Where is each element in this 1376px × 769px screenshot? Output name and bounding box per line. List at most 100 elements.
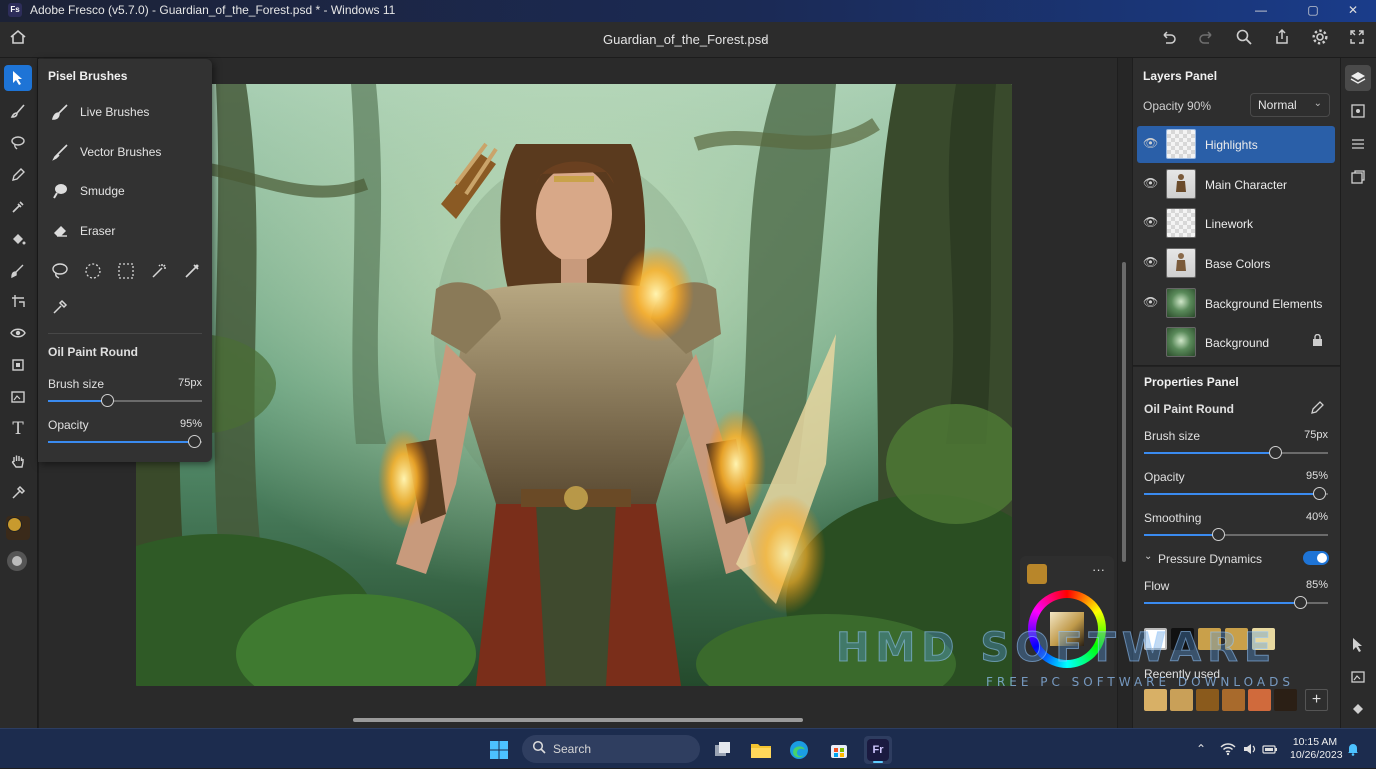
magic-wand-icon[interactable]: [148, 262, 170, 284]
edit-brush-icon[interactable]: [1309, 400, 1325, 416]
place-image-icon[interactable]: [4, 384, 32, 410]
layer-row-linework[interactable]: 👁 Linework: [1137, 205, 1335, 242]
eye-icon[interactable]: 👁: [1143, 295, 1158, 309]
paint-bucket-icon[interactable]: [1345, 696, 1371, 722]
rect-select-icon[interactable]: [115, 262, 137, 284]
pressure-dynamics-label[interactable]: Pressure Dynamics: [1158, 552, 1262, 566]
lasso-select-icon[interactable]: [49, 262, 71, 284]
eye-icon[interactable]: 👁: [1143, 176, 1158, 190]
fresco-icon[interactable]: Fr: [864, 736, 892, 764]
lock-icon[interactable]: [1312, 333, 1323, 349]
add-swatch-button[interactable]: +: [1305, 689, 1328, 711]
horizontal-scrollbar[interactable]: [353, 718, 803, 722]
lasso-icon[interactable]: [4, 130, 32, 156]
undo-icon[interactable]: [1156, 28, 1180, 52]
hand-icon[interactable]: [4, 448, 32, 474]
color-puck[interactable]: ···: [1020, 556, 1114, 686]
document-name[interactable]: Guardian_of_the_Forest.psd: [603, 32, 769, 47]
crop-icon[interactable]: [4, 352, 32, 378]
settings-icon[interactable]: [1308, 28, 1332, 52]
properties-icon[interactable]: [1345, 98, 1371, 124]
opacity-slider-knob[interactable]: [1313, 487, 1326, 500]
more-options-icon[interactable]: ···: [1092, 562, 1105, 577]
windows-start-icon[interactable]: [485, 736, 513, 764]
brush-size-slider-knob[interactable]: [101, 394, 114, 407]
search-icon[interactable]: [1232, 28, 1256, 52]
battery-icon[interactable]: [1262, 742, 1278, 759]
layer-opacity-label[interactable]: Opacity 90%: [1143, 99, 1211, 113]
store-icon[interactable]: [825, 736, 853, 764]
recent-color-swatch[interactable]: [1222, 689, 1245, 711]
color-swatch-icon[interactable]: [6, 516, 30, 540]
brush-size-slider-knob[interactable]: [1269, 446, 1282, 459]
select-icon[interactable]: [4, 65, 32, 91]
brush-item-live-brushes[interactable]: Live Brushes: [48, 99, 198, 127]
recent-color-swatch[interactable]: [1170, 689, 1193, 711]
color-swatch[interactable]: [1144, 628, 1167, 650]
layer-row-background[interactable]: Background: [1137, 324, 1335, 361]
layer-row-base-colors[interactable]: 👁 Base Colors: [1137, 245, 1335, 282]
home-icon[interactable]: [6, 28, 30, 52]
flow-slider-knob[interactable]: [1294, 596, 1307, 609]
color-wheel[interactable]: [1028, 590, 1106, 668]
brush-item-eraser[interactable]: Eraser: [48, 218, 198, 246]
file-explorer-icon[interactable]: [747, 736, 775, 764]
volume-icon[interactable]: [1242, 742, 1258, 759]
eye-icon[interactable]: 👁: [1143, 136, 1158, 150]
layer-row-background-elements[interactable]: 👁 Background Elements: [1137, 285, 1335, 322]
layer-row-main-character[interactable]: 👁 Main Character: [1137, 166, 1335, 203]
pen-icon[interactable]: [4, 162, 32, 188]
taskbar-search[interactable]: Search: [522, 735, 700, 763]
recent-color-swatch[interactable]: [1144, 689, 1167, 711]
pressure-dynamics-toggle[interactable]: [1303, 551, 1329, 565]
color-picker-icon[interactable]: [4, 480, 32, 506]
share-icon[interactable]: [1270, 28, 1294, 52]
transform-icon[interactable]: [4, 288, 32, 314]
layers-icon[interactable]: [1345, 65, 1371, 91]
eye-icon[interactable]: 👁: [1143, 255, 1158, 269]
layer-row-highlights[interactable]: 👁 Highlights: [1137, 126, 1335, 163]
smoothing-slider-knob[interactable]: [1212, 528, 1225, 541]
color-swatch[interactable]: [1225, 628, 1248, 650]
smudge-icon[interactable]: [4, 258, 32, 284]
fullscreen-icon[interactable]: [1345, 28, 1369, 52]
fill-icon[interactable]: [4, 226, 32, 252]
color-square[interactable]: [1050, 612, 1084, 646]
wifi-icon[interactable]: [1220, 742, 1236, 759]
recent-color-swatch[interactable]: [1248, 689, 1271, 711]
text-icon[interactable]: T: [4, 416, 32, 442]
color-swatch[interactable]: [1171, 628, 1194, 650]
recent-color-swatch[interactable]: [1274, 689, 1297, 711]
redo-icon[interactable]: [1195, 28, 1219, 52]
notification-bell-icon[interactable]: [1346, 742, 1360, 759]
chevron-up-icon[interactable]: ⌃: [1196, 742, 1206, 756]
color-swatch[interactable]: [1252, 628, 1275, 650]
menu-icon[interactable]: [1345, 131, 1371, 157]
image-icon[interactable]: [1345, 664, 1371, 690]
color-swatch[interactable]: [1198, 628, 1221, 650]
eyedropper-icon[interactable]: [49, 298, 71, 320]
blend-mode-select[interactable]: Normal ⌄: [1250, 93, 1330, 117]
brush-item-smudge[interactable]: Smudge: [48, 178, 198, 206]
cursor-icon[interactable]: [1345, 632, 1371, 658]
library-icon[interactable]: [1345, 164, 1371, 190]
close-button[interactable]: ✕: [1330, 0, 1376, 22]
artwork-canvas[interactable]: [136, 84, 1012, 686]
task-view-icon[interactable]: [709, 736, 737, 764]
current-color-swatch[interactable]: [1027, 564, 1047, 584]
ellipse-select-icon[interactable]: [82, 262, 104, 284]
eyedropper-icon[interactable]: [4, 194, 32, 220]
edge-icon[interactable]: [785, 736, 813, 764]
visibility-icon[interactable]: [4, 320, 32, 346]
eye-icon[interactable]: 👁: [1143, 215, 1158, 229]
circle-icon[interactable]: [7, 551, 27, 571]
vertical-scrollbar[interactable]: [1122, 262, 1126, 562]
recent-color-swatch[interactable]: [1196, 689, 1219, 711]
wand-icon[interactable]: [181, 262, 203, 284]
chevron-down-icon[interactable]: ⌄: [760, 31, 769, 44]
opacity-slider-knob[interactable]: [188, 435, 201, 448]
system-clock[interactable]: 10:15 AM 10/26/2023: [1290, 736, 1343, 762]
brush-item-vector-brushes[interactable]: Vector Brushes: [48, 139, 198, 167]
paint-brush-icon[interactable]: [4, 98, 32, 124]
chevron-down-icon[interactable]: ⌄: [1144, 551, 1152, 562]
